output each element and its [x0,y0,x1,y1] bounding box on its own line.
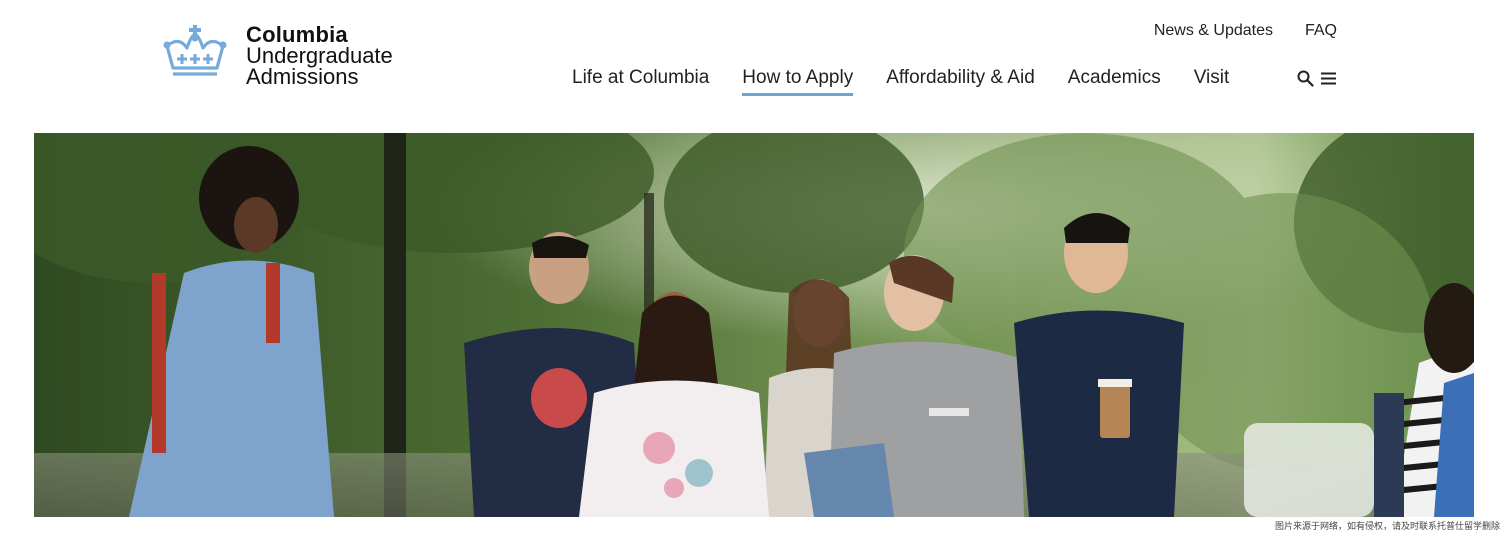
nav-item-academics[interactable]: Academics [1068,67,1161,96]
image-watermark: 图片来源于网络，如有侵权，请及时联系托普仕留学删除 [1274,522,1500,532]
nav-item-life-at-columbia[interactable]: Life at Columbia [572,67,709,96]
hero-photo-illustration [34,133,1474,517]
logo-line-columbia: Columbia [246,22,348,47]
hero-image [34,133,1474,517]
logo-line-undergraduate: Undergraduate [246,43,393,68]
menu-icon[interactable] [1320,71,1337,86]
logo-line-admissions: Admissions [246,64,359,89]
nav-item-visit[interactable]: Visit [1194,67,1230,96]
search-icon[interactable] [1297,70,1314,87]
nav-item-how-to-apply[interactable]: How to Apply [742,67,854,96]
nav-item-affordability-aid[interactable]: Affordability & Aid [886,67,1035,96]
logo-wordmark: Columbia Undergraduate Admissions [246,22,393,89]
util-link-faq[interactable]: FAQ [1305,22,1337,40]
main-nav: Life at Columbia How to Apply Affordabil… [572,67,1262,96]
utility-nav: News & Updates FAQ [1154,22,1337,40]
nav-icon-group [1297,70,1337,87]
util-link-news[interactable]: News & Updates [1154,22,1273,40]
columbia-crown-icon [163,25,227,76]
site-logo[interactable]: Columbia Undergraduate Admissions [161,22,393,89]
